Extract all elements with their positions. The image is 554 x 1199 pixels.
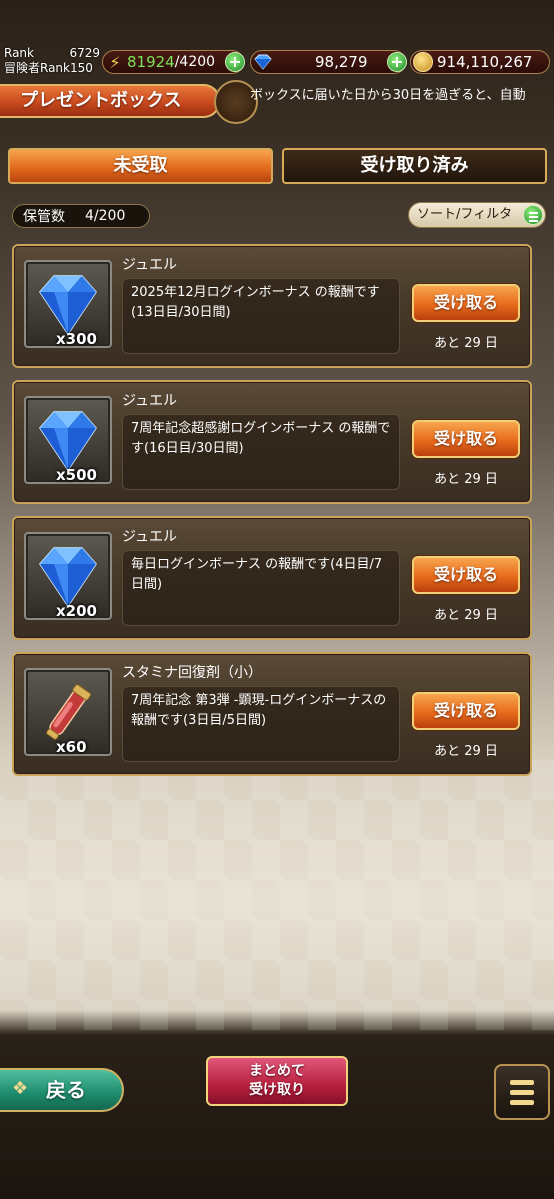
item-description: 7周年記念超感謝ログインボーナス の報酬です(16日目/30日間): [122, 414, 400, 490]
item-name: ジュエル: [122, 257, 178, 273]
list-item: x300 ジュエル 2025年12月ログインボーナス の報酬です(13日目/30…: [12, 244, 532, 368]
list-item: x60 スタミナ回復剤（小） 7周年記念 第3弾 -顕現-ログインボーナスの報酬…: [12, 652, 532, 776]
storage-value: 4/200: [85, 208, 126, 224]
add-gem-button[interactable]: +: [387, 52, 407, 72]
menu-button[interactable]: [494, 1064, 550, 1120]
sort-filter-button[interactable]: ソート/フィルタ: [408, 202, 546, 228]
item-name: スタミナ回復剤（小）: [122, 665, 262, 681]
gold-coin-icon: [413, 52, 433, 72]
bulk-claim-button[interactable]: まとめて 受け取り: [206, 1056, 348, 1106]
tab-claimed[interactable]: 受け取り済み: [282, 148, 547, 184]
item-name: ジュエル: [122, 529, 178, 545]
item-quantity: x500: [56, 466, 97, 484]
days-remaining: あと 29 日: [434, 608, 498, 623]
back-label: 戻る: [46, 1078, 86, 1102]
hamburger-icon: [510, 1080, 534, 1085]
filter-icon: [523, 205, 543, 225]
item-quantity: x200: [56, 602, 97, 620]
lightning-icon: ⚡: [109, 52, 121, 72]
days-remaining: あと 29 日: [434, 744, 498, 759]
stamina-max: /4200: [174, 54, 216, 70]
adventurer-rank: 冒険者Rank150: [4, 61, 93, 75]
item-quantity: x300: [56, 330, 97, 348]
item-quantity: x60: [56, 738, 87, 756]
rank-value: 6729: [69, 46, 100, 60]
gold-pill: 914,110,267: [410, 50, 550, 74]
rank-block: Rank 6729 冒険者Rank150: [4, 46, 100, 80]
present-box-screen: Rank 6729 冒険者Rank150 ⚡ 81924 /4200 + 98,…: [0, 0, 554, 1199]
item-description: 毎日ログインボーナス の報酬です(4日目/7日間): [122, 550, 400, 626]
claim-button[interactable]: 受け取る: [412, 284, 520, 322]
item-thumbnail: x500: [24, 396, 112, 484]
item-name: ジュエル: [122, 393, 178, 409]
add-stamina-button[interactable]: +: [225, 52, 245, 72]
sort-filter-label: ソート/フィルタ: [417, 207, 513, 222]
claim-button[interactable]: 受け取る: [412, 556, 520, 594]
gem-count: 98,279: [315, 53, 368, 71]
list-item: x500 ジュエル 7周年記念超感謝ログインボーナス の報酬です(16日目/30…: [12, 380, 532, 504]
background-pattern: [0, 760, 554, 1030]
arrow-ornament-icon: ❖: [12, 1078, 29, 1099]
stamina-current: 81924: [127, 53, 175, 71]
days-remaining: あと 29 日: [434, 472, 498, 487]
stamina-pill[interactable]: ⚡ 81924 /4200 +: [102, 50, 245, 74]
list-item: x200 ジュエル 毎日ログインボーナス の報酬です(4日目/7日間) 受け取る…: [12, 516, 532, 640]
gem-icon: [253, 52, 273, 72]
item-thumbnail: x60: [24, 668, 112, 756]
item-description: 7周年記念 第3弾 -顕現-ログインボーナスの報酬です(3日目/5日間): [122, 686, 400, 762]
gold-count: 914,110,267: [437, 53, 533, 71]
page-title: プレゼントボックス: [0, 84, 220, 118]
bulk-claim-line2: 受け取り: [249, 1082, 305, 1098]
storage-label: 保管数: [23, 209, 65, 225]
gem-pill[interactable]: 98,279 +: [250, 50, 407, 74]
item-thumbnail: x300: [24, 260, 112, 348]
bulk-claim-line1: まとめて: [249, 1063, 305, 1079]
claim-button[interactable]: 受け取る: [412, 692, 520, 730]
tab-unclaimed[interactable]: 未受取: [8, 148, 273, 184]
status-bar: Rank 6729 冒険者Rank150 ⚡ 81924 /4200 + 98,…: [0, 44, 554, 80]
item-thumbnail: x200: [24, 532, 112, 620]
rank-label: Rank: [4, 46, 34, 60]
days-remaining: あと 29 日: [434, 336, 498, 351]
item-description: 2025年12月ログインボーナス の報酬です(13日目/30日間): [122, 278, 400, 354]
notice-ticker: ボックスに届いた日から30日を過ぎると、自動: [250, 88, 526, 103]
storage-count: 保管数 4/200: [12, 204, 150, 228]
claim-button[interactable]: 受け取る: [412, 420, 520, 458]
